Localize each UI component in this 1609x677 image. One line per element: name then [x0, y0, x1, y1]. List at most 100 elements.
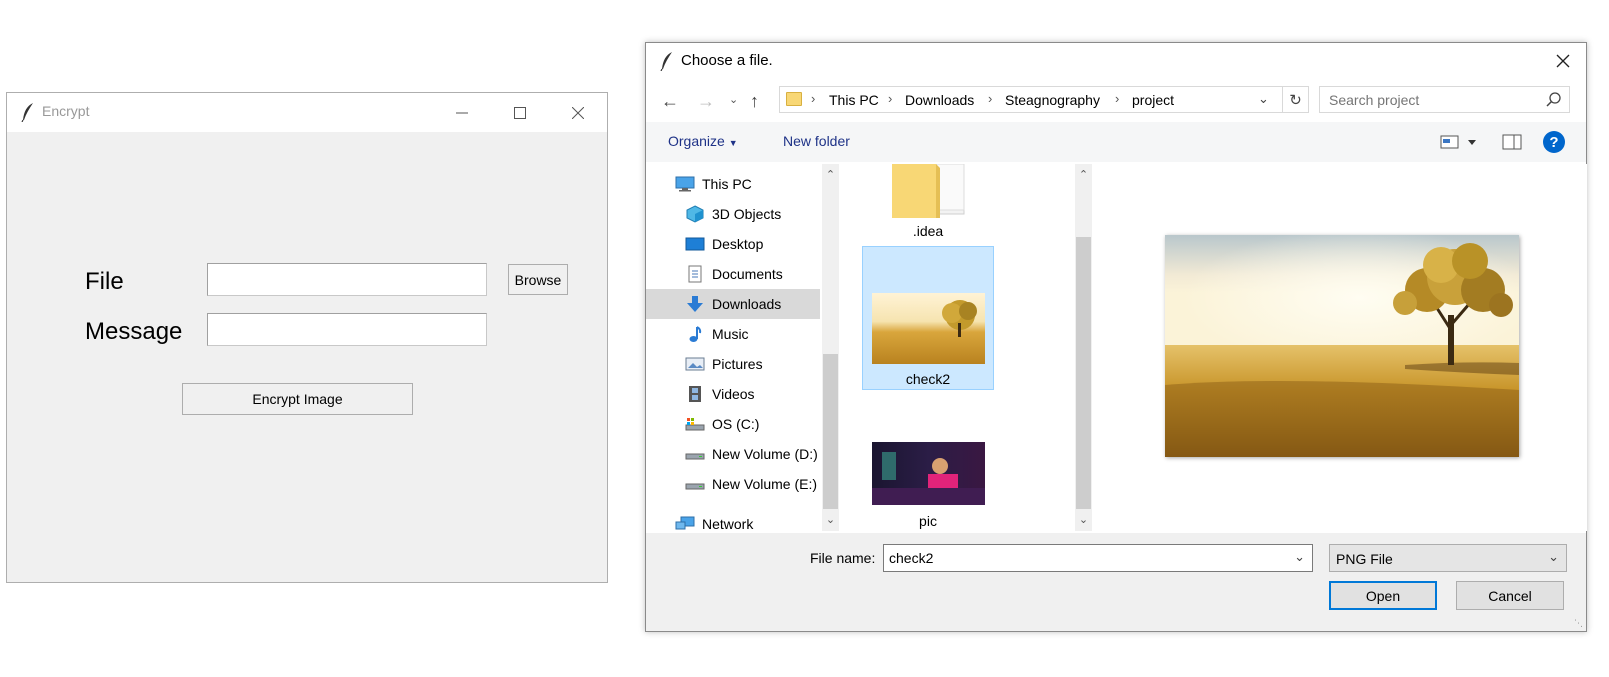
file-list-pane: .idea check2 pic	[840, 163, 1073, 531]
file-path-input[interactable]	[207, 263, 487, 296]
navigation-pane: This PC 3D Objects Desktop Documents Dow…	[646, 164, 820, 532]
close-button[interactable]	[549, 93, 607, 132]
minimize-button[interactable]	[433, 93, 491, 132]
address-bar[interactable]: › This PC › Downloads › Steagnography › …	[779, 86, 1283, 113]
chevron-right-icon: ›	[888, 91, 893, 106]
nav-item-label: This PC	[702, 176, 752, 192]
file-item-idea[interactable]: .idea	[862, 163, 994, 242]
drive-os-icon	[684, 415, 706, 433]
nav-item-label: Desktop	[712, 236, 764, 252]
pictures-icon	[684, 355, 706, 373]
scroll-up-icon[interactable]: ⌃	[822, 166, 839, 183]
file-type-select[interactable]: PNG File ⌄	[1329, 544, 1567, 572]
chevron-down-icon[interactable]: ⌄	[1294, 549, 1305, 565]
encrypt-image-button[interactable]: Encrypt Image	[182, 383, 413, 415]
scroll-thumb[interactable]	[1076, 237, 1091, 509]
search-box[interactable]	[1319, 86, 1570, 113]
breadcrumb-steagnography[interactable]: Steagnography	[1005, 92, 1100, 108]
scroll-thumb[interactable]	[823, 354, 838, 509]
view-options-icon[interactable]	[1440, 134, 1480, 153]
document-icon	[684, 265, 706, 283]
nav-item-documents[interactable]: Documents	[646, 259, 820, 289]
close-icon	[1556, 54, 1570, 68]
file-type-value: PNG File	[1336, 551, 1393, 567]
dialog-toolbar: Organize ▼ New folder ?	[646, 122, 1586, 162]
organize-label: Organize	[668, 133, 725, 149]
nav-item-music[interactable]: Music	[646, 319, 820, 349]
scroll-down-icon[interactable]: ⌄	[822, 511, 839, 528]
image-preview	[1165, 235, 1519, 457]
back-arrow-icon[interactable]: ←	[661, 91, 679, 112]
file-name-combobox[interactable]: ⌄	[883, 544, 1313, 572]
file-item-check2[interactable]: check2	[862, 246, 994, 390]
preview-pane	[1093, 164, 1587, 531]
nav-item-label: Network	[702, 516, 754, 532]
minimize-icon	[456, 112, 468, 113]
file-name: check2	[905, 371, 951, 387]
open-button[interactable]: Open	[1329, 581, 1437, 610]
nav-item-downloads[interactable]: Downloads	[646, 289, 820, 319]
file-item-pic[interactable]: pic	[862, 442, 994, 530]
dialog-title: Choose a file.	[681, 52, 773, 69]
nav-item-label: Music	[712, 326, 749, 342]
nav-item-label: New Volume (E:)	[712, 476, 818, 492]
cancel-button[interactable]: Cancel	[1456, 581, 1564, 610]
new-folder-button[interactable]: New folder	[783, 133, 850, 149]
organize-button[interactable]: Organize ▼	[668, 133, 738, 149]
breadcrumb-this-pc[interactable]: This PC	[829, 92, 879, 108]
image-thumbnail	[871, 442, 985, 505]
download-arrow-icon	[684, 295, 706, 313]
folder-icon	[786, 92, 802, 106]
computer-icon	[674, 175, 696, 193]
nav-item-label: Documents	[712, 266, 783, 282]
scroll-down-icon[interactable]: ⌄	[1075, 511, 1092, 528]
breadcrumb-project[interactable]: project	[1132, 92, 1174, 108]
resize-grip-icon[interactable]: ⋱	[1574, 618, 1583, 629]
forward-arrow-icon[interactable]: →	[697, 91, 715, 112]
recent-locations-chevron-icon[interactable]: ⌄	[729, 93, 738, 106]
file-label: File	[85, 268, 124, 295]
triangle-down-icon: ▼	[728, 138, 738, 148]
refresh-icon: ↻	[1289, 91, 1302, 109]
breadcrumb-downloads[interactable]: Downloads	[905, 92, 974, 108]
encrypt-window: Encrypt File Browse Message Encrypt Imag…	[6, 92, 608, 583]
message-input[interactable]	[207, 313, 487, 346]
cube-icon	[684, 205, 706, 223]
browse-button[interactable]: Browse	[508, 264, 568, 295]
window-title: Encrypt	[42, 103, 90, 119]
nav-item-label: New Volume (D:)	[712, 446, 818, 462]
nav-item-desktop[interactable]: Desktop	[646, 229, 820, 259]
nav-pane-scrollbar[interactable]: ⌃ ⌄	[822, 164, 839, 531]
help-icon[interactable]: ?	[1543, 131, 1565, 153]
file-name: .idea	[912, 223, 944, 239]
nav-item-3d-objects[interactable]: 3D Objects	[646, 199, 820, 229]
tk-feather-icon	[660, 51, 674, 72]
preview-pane-icon[interactable]	[1502, 134, 1522, 153]
maximize-button[interactable]	[491, 93, 549, 132]
search-input[interactable]	[1320, 87, 1540, 112]
nav-item-pictures[interactable]: Pictures	[646, 349, 820, 379]
desktop-icon	[684, 235, 706, 253]
nav-item-label: Pictures	[712, 356, 763, 372]
search-icon[interactable]	[1546, 91, 1562, 110]
dialog-close-button[interactable]	[1546, 47, 1580, 75]
refresh-button[interactable]: ↻	[1283, 86, 1309, 113]
scroll-up-icon[interactable]: ⌃	[1075, 166, 1092, 183]
nav-item-this-pc[interactable]: This PC	[646, 169, 820, 199]
encrypt-titlebar[interactable]: Encrypt	[7, 93, 607, 132]
nav-item-label: OS (C:)	[712, 416, 760, 432]
nav-item-new-volume-d[interactable]: New Volume (D:)	[646, 439, 820, 469]
nav-item-label: Downloads	[712, 296, 782, 312]
chevron-down-icon: ⌄	[1548, 549, 1559, 564]
nav-item-label: 3D Objects	[712, 206, 782, 222]
nav-item-os-c[interactable]: OS (C:)	[646, 409, 820, 439]
file-pane-scrollbar[interactable]: ⌃ ⌄	[1075, 164, 1092, 531]
file-name-input[interactable]	[884, 545, 1284, 571]
nav-item-label: Videos	[712, 386, 755, 402]
nav-item-videos[interactable]: Videos	[646, 379, 820, 409]
file-dialog: Choose a file. ← → ⌄ ↑ › This PC › Downl…	[645, 42, 1587, 632]
up-arrow-icon[interactable]: ↑	[750, 91, 759, 112]
chevron-down-icon[interactable]: ⌄	[1258, 91, 1269, 107]
chevron-right-icon: ›	[1115, 91, 1120, 106]
nav-item-new-volume-e[interactable]: New Volume (E:)	[646, 469, 820, 499]
